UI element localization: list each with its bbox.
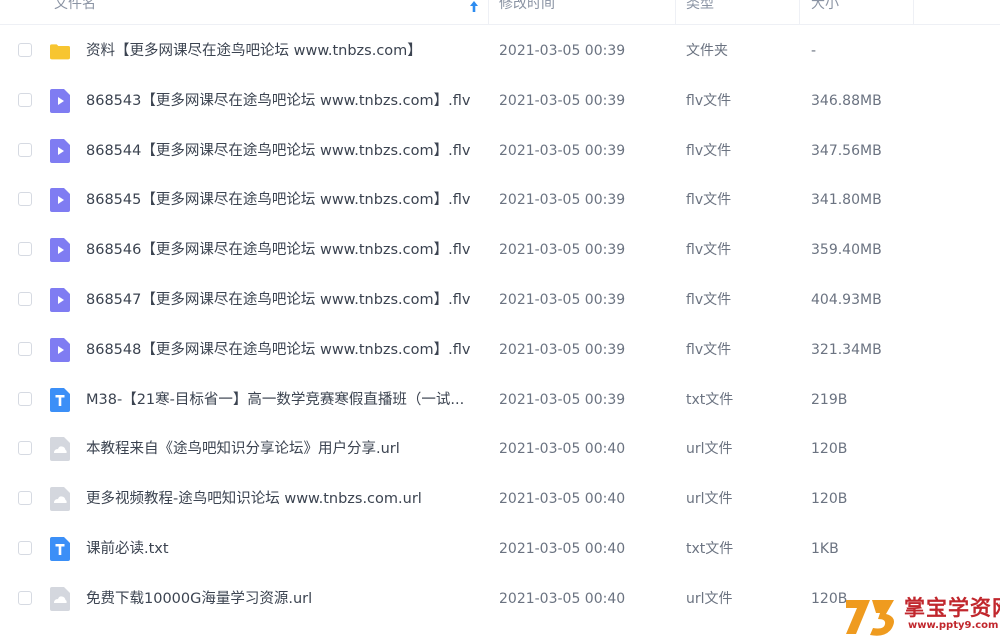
file-name[interactable]: 资料【更多网课尽在途鸟吧论坛 www.tnbzs.com】 [86,41,478,61]
link-file-icon [50,487,70,512]
column-header-name[interactable]: 文件名 [54,0,96,16]
file-browser: 文件名 修改时间 类型 大小 资料【更多网课尽在途鸟吧论坛 www.tnbzs.… [0,0,1000,638]
watermark-logo-icon [846,600,894,636]
file-modified-time: 2021-03-05 00:40 [499,491,626,508]
file-modified-time: 2021-03-05 00:39 [499,391,626,408]
file-name[interactable]: 868545【更多网课尽在途鸟吧论坛 www.tnbzs.com】.flv [86,190,478,210]
file-type: flv文件 [686,192,732,209]
file-type: flv文件 [686,341,732,358]
file-size: 359.40MB [811,242,882,259]
row-checkbox[interactable] [18,92,32,107]
file-type: 文件夹 [686,43,728,59]
file-row[interactable]: 868545【更多网课尽在途鸟吧论坛 www.tnbzs.com】.flv 202… [0,175,1000,225]
file-type: flv文件 [686,292,732,308]
row-checkbox[interactable] [18,541,32,555]
column-divider[interactable] [799,0,800,24]
text-file-icon [50,387,70,412]
file-modified-time: 2021-03-05 00:39 [499,292,626,308]
row-checkbox[interactable] [18,43,32,57]
watermark: 掌宝学资网 www.ppty9.com [842,590,1000,638]
file-name[interactable]: 课前必读.txt [86,539,478,559]
file-name[interactable]: 868543【更多网课尽在途鸟吧论坛 www.tnbzs.com】.flv [86,91,478,111]
column-header-modified[interactable]: 修改时间 [499,0,555,16]
file-row[interactable]: 868548【更多网课尽在途鸟吧论坛 www.tnbzs.com】.flv 202… [0,325,1000,375]
sort-ascending-icon[interactable] [468,0,480,14]
file-row[interactable]: 课前必读.txt 2021-03-05 00:40 txt文件 1KB [0,524,1000,574]
file-type: flv文件 [686,242,732,259]
file-size: 346.88MB [811,92,882,109]
link-file-icon [50,586,70,611]
file-name[interactable]: 更多视频教程-途鸟吧知识论坛 www.tnbzs.com.url [86,489,478,509]
file-row[interactable]: 资料【更多网课尽在途鸟吧论坛 www.tnbzs.com】 2021-03-05 … [0,26,1000,76]
link-file-icon [50,437,70,462]
file-type: txt文件 [686,391,734,408]
column-header-size[interactable]: 大小 [811,0,839,16]
file-size: 120B [811,491,848,508]
row-checkbox[interactable] [18,590,32,605]
file-modified-time: 2021-03-05 00:39 [499,192,626,209]
column-header-type[interactable]: 类型 [686,0,714,16]
file-name[interactable]: 868544【更多网课尽在途鸟吧论坛 www.tnbzs.com】.flv [86,141,478,161]
row-checkbox[interactable] [18,441,32,456]
video-file-icon [50,138,70,163]
file-type: txt文件 [686,541,734,557]
row-checkbox[interactable] [18,142,32,157]
file-modified-time: 2021-03-05 00:39 [499,242,626,259]
file-type: url文件 [686,441,733,458]
row-checkbox[interactable] [18,242,32,257]
file-name[interactable]: 868546【更多网课尽在途鸟吧论坛 www.tnbzs.com】.flv [86,240,478,260]
file-type: url文件 [686,491,733,508]
file-size: 347.56MB [811,142,882,159]
file-size: 404.93MB [811,292,882,308]
file-modified-time: 2021-03-05 00:40 [499,590,626,607]
video-file-icon [50,88,70,113]
file-size: 219B [811,391,848,408]
video-file-icon [50,238,70,263]
file-name[interactable]: 868548【更多网课尽在途鸟吧论坛 www.tnbzs.com】.flv [86,340,478,360]
row-checkbox[interactable] [18,292,32,306]
text-file-icon [50,537,70,561]
column-divider[interactable] [913,0,914,24]
file-modified-time: 2021-03-05 00:39 [499,142,626,159]
row-checkbox[interactable] [18,491,32,506]
folder-icon [50,44,70,60]
file-modified-time: 2021-03-05 00:40 [499,541,626,557]
video-file-icon [50,188,70,213]
file-row[interactable]: 868543【更多网课尽在途鸟吧论坛 www.tnbzs.com】.flv 202… [0,76,1000,126]
file-row[interactable]: 更多视频教程-途鸟吧知识论坛 www.tnbzs.com.url 2021-03-… [0,474,1000,524]
row-checkbox[interactable] [18,192,32,207]
file-modified-time: 2021-03-05 00:39 [499,43,626,59]
video-file-icon [50,288,70,312]
file-size: 321.34MB [811,341,882,358]
file-modified-time: 2021-03-05 00:39 [499,92,626,109]
file-modified-time: 2021-03-05 00:39 [499,341,626,358]
row-checkbox[interactable] [18,341,32,356]
file-type: flv文件 [686,142,732,159]
file-row[interactable]: 868544【更多网课尽在途鸟吧论坛 www.tnbzs.com】.flv 202… [0,126,1000,176]
file-size: - [811,43,817,59]
file-size: 1KB [811,541,839,557]
file-size: 341.80MB [811,192,882,209]
file-name[interactable]: 868547【更多网课尽在途鸟吧论坛 www.tnbzs.com】.flv [86,290,478,310]
video-file-icon [50,337,70,362]
file-type: flv文件 [686,92,732,109]
column-divider[interactable] [675,0,676,24]
column-divider[interactable] [488,0,489,24]
file-name[interactable]: 免费下载10000G海量学习资源.url [86,589,478,609]
file-name[interactable]: M38-【21寒-目标省一】高一数学竞赛寒假直播班（一试... [86,390,478,410]
file-type: url文件 [686,590,733,607]
watermark-title: 掌宝学资网 [904,596,1000,620]
file-row[interactable]: 868547【更多网课尽在途鸟吧论坛 www.tnbzs.com】.flv 202… [0,275,1000,325]
file-row[interactable]: 868546【更多网课尽在途鸟吧论坛 www.tnbzs.com】.flv 202… [0,225,1000,275]
row-checkbox[interactable] [18,391,32,406]
watermark-url: www.ppty9.com [908,620,999,631]
file-modified-time: 2021-03-05 00:40 [499,441,626,458]
file-row[interactable]: M38-【21寒-目标省一】高一数学竞赛寒假直播班（一试... 2021-03-0… [0,375,1000,425]
file-size: 120B [811,441,848,458]
file-row[interactable]: 本教程来自《途鸟吧知识分享论坛》用户分享.url 2021-03-05 00:40… [0,424,1000,474]
file-table-header: 文件名 修改时间 类型 大小 [0,0,1000,25]
file-name[interactable]: 本教程来自《途鸟吧知识分享论坛》用户分享.url [86,439,478,459]
